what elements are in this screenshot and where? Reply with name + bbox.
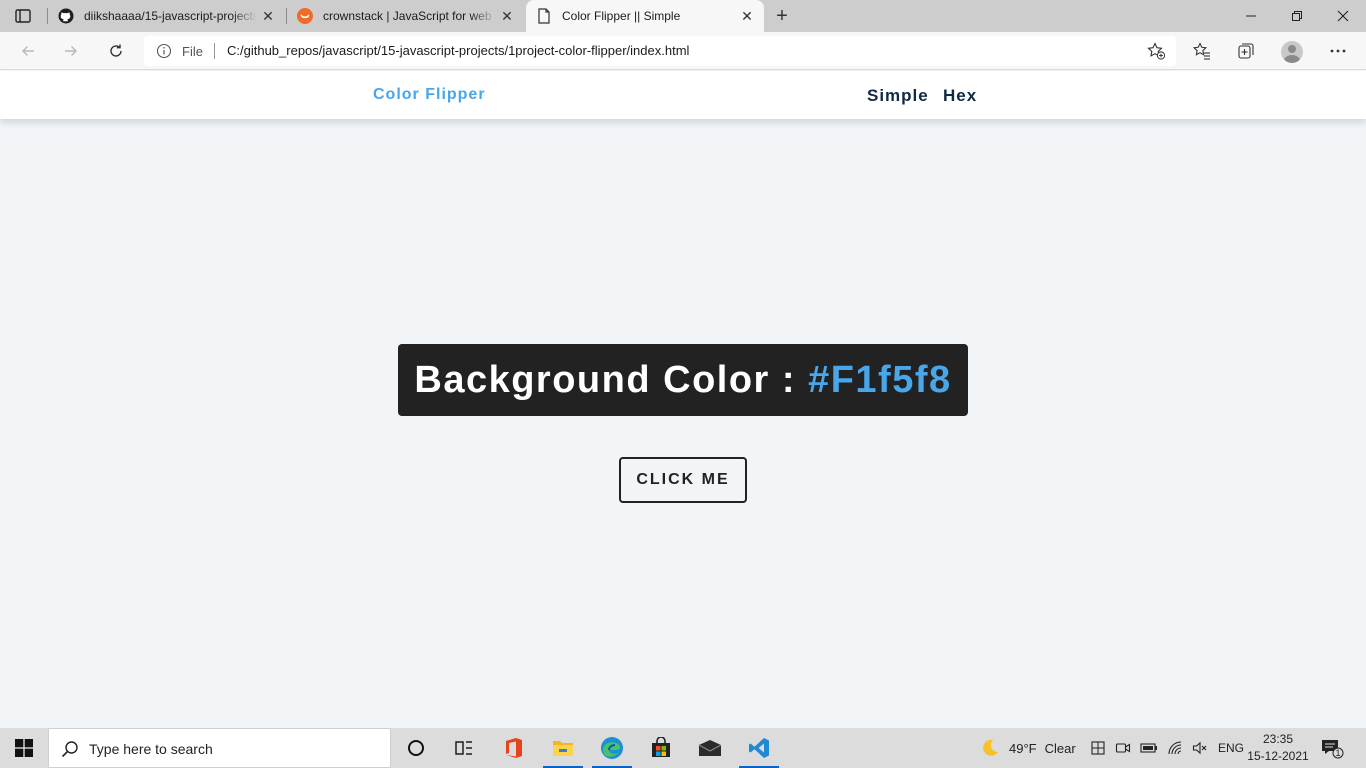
restore-icon[interactable] xyxy=(1274,0,1320,32)
edge-icon[interactable] xyxy=(588,728,636,768)
page-content: Color Flipper Simple Hex Background Colo… xyxy=(0,71,1366,728)
windows-start-icon[interactable] xyxy=(0,728,48,768)
tab-title: diikshaaaa/15-javascript-projects xyxy=(84,9,257,23)
close-tab-icon[interactable]: ✕ xyxy=(496,5,518,27)
refresh-icon[interactable] xyxy=(101,37,131,65)
color-label: Background Color : xyxy=(414,358,797,401)
weather-widget[interactable]: 49°F Clear xyxy=(980,728,1076,768)
site-nav: Color Flipper Simple Hex xyxy=(0,71,1366,119)
info-icon[interactable] xyxy=(156,43,172,59)
color-value: #F1f5f8 xyxy=(808,358,952,401)
moon-icon xyxy=(980,738,1000,758)
address-bar[interactable]: File C:/github_repos/javascript/15-javas… xyxy=(144,36,1176,66)
tab-crownstack[interactable]: crownstack | JavaScript for web develope… xyxy=(287,0,524,32)
tab-actions-icon[interactable] xyxy=(10,6,36,26)
tab-title: Color Flipper || Simple xyxy=(562,9,681,23)
notification-count: 1 xyxy=(1335,748,1341,758)
task-view-icon[interactable] xyxy=(440,728,488,768)
tab-title: crownstack | JavaScript for web develope… xyxy=(323,9,496,23)
store-icon[interactable] xyxy=(637,728,685,768)
crownstack-icon xyxy=(297,8,313,24)
file-explorer-icon[interactable] xyxy=(539,728,587,768)
tab-github[interactable]: diikshaaaa/15-javascript-projects ✕ xyxy=(48,0,285,32)
github-icon xyxy=(58,8,74,24)
tab-color-flipper[interactable]: Color Flipper || Simple ✕ xyxy=(526,0,764,32)
scheme-label: File xyxy=(182,44,203,59)
search-placeholder: Type here to search xyxy=(89,741,213,757)
language-indicator[interactable]: ENG xyxy=(1218,741,1244,755)
click-me-button[interactable]: CLICK ME xyxy=(619,457,747,503)
browser-toolbar: File C:/github_repos/javascript/15-javas… xyxy=(0,32,1366,70)
clock-time: 23:35 xyxy=(1262,732,1294,746)
clock-date: 15-12-2021 xyxy=(1247,749,1309,763)
new-tab-icon[interactable]: + xyxy=(770,4,794,28)
system-clock[interactable]: 23:35 15-12-2021 xyxy=(1246,731,1310,765)
remote-desktop-icon[interactable] xyxy=(1090,740,1106,756)
close-tab-icon[interactable]: ✕ xyxy=(736,5,758,27)
add-favorite-icon[interactable] xyxy=(1146,41,1166,61)
notification-icon[interactable]: 1 xyxy=(1320,737,1344,759)
tab-strip: diikshaaaa/15-javascript-projects ✕ crow… xyxy=(0,0,1366,32)
minimize-icon[interactable] xyxy=(1228,0,1274,32)
back-icon[interactable] xyxy=(13,37,43,65)
search-icon xyxy=(61,740,79,758)
forward-icon[interactable] xyxy=(56,37,86,65)
wifi-icon[interactable] xyxy=(1167,740,1183,756)
taskbar: Type here to search 49°F Clear ENG 23:35… xyxy=(0,728,1366,768)
battery-icon[interactable] xyxy=(1140,740,1158,756)
url-text[interactable]: C:/github_repos/javascript/15-javascript… xyxy=(227,43,689,58)
divider xyxy=(214,43,215,59)
color-display: Background Color : #F1f5f8 xyxy=(398,344,968,416)
close-window-icon[interactable] xyxy=(1320,0,1366,32)
weather-condition: Clear xyxy=(1044,740,1076,756)
profile-avatar[interactable] xyxy=(1281,41,1303,63)
collections-icon[interactable] xyxy=(1231,37,1261,65)
cortana-icon[interactable] xyxy=(392,728,440,768)
vscode-icon[interactable] xyxy=(735,728,783,768)
volume-muted-icon[interactable] xyxy=(1192,740,1208,756)
tray-network-icons: ENG xyxy=(1090,728,1244,768)
meet-now-icon[interactable] xyxy=(1115,740,1131,756)
brand-logo[interactable]: Color Flipper xyxy=(373,86,486,104)
favorites-icon[interactable] xyxy=(1187,37,1217,65)
more-options-icon[interactable] xyxy=(1323,37,1353,65)
office-icon[interactable] xyxy=(490,728,538,768)
close-tab-icon[interactable]: ✕ xyxy=(257,5,279,27)
page-icon xyxy=(536,8,552,24)
weather-temp: 49°F xyxy=(1009,740,1037,756)
nav-link-hex[interactable]: Hex xyxy=(943,86,977,106)
nav-link-simple[interactable]: Simple xyxy=(867,86,929,106)
mail-icon[interactable] xyxy=(686,728,734,768)
taskbar-search[interactable]: Type here to search xyxy=(48,728,391,768)
